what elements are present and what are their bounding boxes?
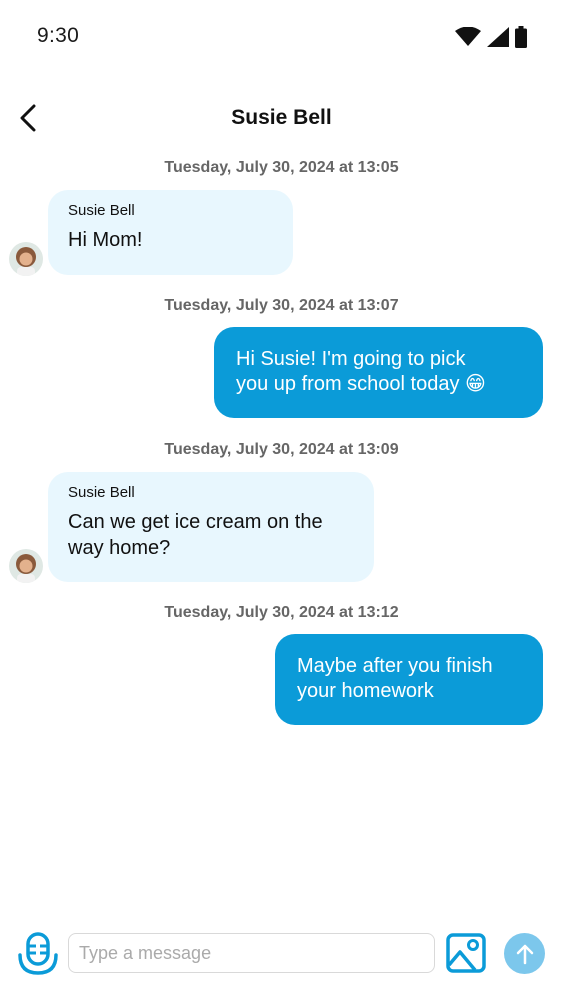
wifi-icon [455, 27, 481, 46]
contact-name-title: Susie Bell [231, 106, 332, 129]
cellular-signal-icon [487, 27, 509, 47]
avatar-image [9, 549, 43, 583]
message-timestamp: Tuesday, July 30, 2024 at 13:09 [164, 441, 399, 458]
message-timestamp: Tuesday, July 30, 2024 at 13:12 [164, 604, 399, 621]
send-button[interactable] [504, 933, 545, 974]
chat-header: Susie Bell [0, 96, 563, 142]
microphone-button[interactable] [17, 931, 59, 977]
outgoing-message-bubble[interactable]: Hi Susie! I'm going to pick you up from … [214, 327, 543, 418]
status-bar: 9:30 [0, 0, 563, 72]
outgoing-message-bubble[interactable]: Maybe after you finish your homework [275, 634, 543, 725]
message-text-line: you up from school today 😁 [236, 373, 486, 395]
incoming-message-bubble[interactable]: Susie Bell Can we get ice cream on the w… [48, 472, 374, 582]
avatar[interactable] [9, 549, 43, 583]
message-text-line: Hi Susie! I'm going to pick [236, 348, 466, 370]
sender-name: Susie Bell [68, 484, 135, 501]
message-text: Hi Mom! [68, 229, 143, 251]
message-timestamp: Tuesday, July 30, 2024 at 13:07 [164, 297, 399, 314]
message-text-line: your homework [297, 680, 434, 702]
attach-image-button[interactable] [445, 932, 487, 974]
message-composer [0, 928, 563, 980]
sender-name: Susie Bell [68, 202, 135, 219]
status-icons [455, 26, 527, 48]
status-time: 9:30 [37, 24, 80, 47]
message-input[interactable] [68, 933, 435, 973]
message-text-line: Maybe after you finish [297, 655, 493, 677]
battery-icon [515, 26, 527, 48]
incoming-message-bubble[interactable]: Susie Bell Hi Mom! [48, 190, 293, 275]
arrow-up-icon [516, 944, 533, 964]
message-text-line: way home? [68, 537, 171, 559]
avatar[interactable] [9, 242, 43, 276]
microphone-icon [18, 932, 58, 975]
message-text-line: Can we get ice cream on the [68, 511, 323, 533]
avatar-image [9, 242, 43, 276]
message-timestamp: Tuesday, July 30, 2024 at 13:05 [164, 159, 399, 176]
image-icon [446, 933, 486, 973]
